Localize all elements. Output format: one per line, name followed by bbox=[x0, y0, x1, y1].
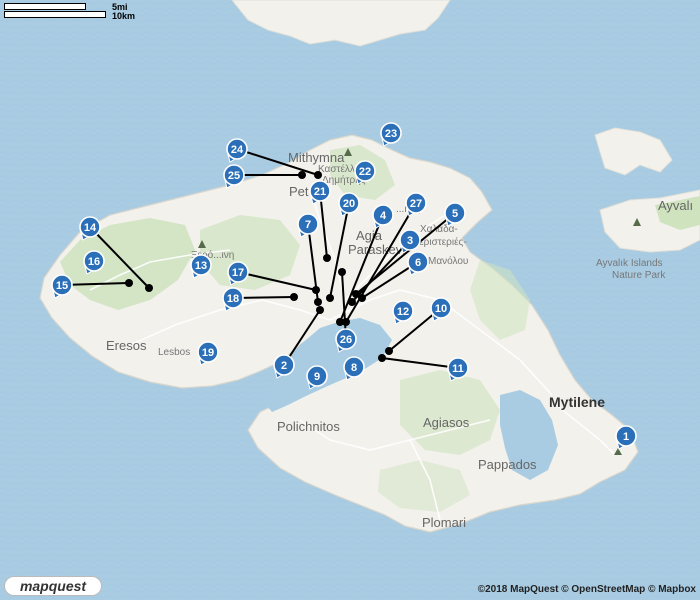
scale-bar-km bbox=[4, 11, 106, 18]
label-ayvalik: Ayvalı bbox=[658, 198, 693, 213]
connector-dot-11 bbox=[378, 354, 386, 362]
connector-dot-21 bbox=[323, 254, 331, 262]
marker-label-13: 13 bbox=[195, 260, 207, 272]
connector-dot-10 bbox=[385, 347, 393, 355]
marker-label-2: 2 bbox=[281, 360, 287, 372]
marker-label-5: 5 bbox=[452, 208, 458, 220]
label-chalkadas: Χαλάδα- bbox=[420, 223, 458, 235]
label-mithymna: Mithymna bbox=[288, 150, 345, 165]
mapquest-logo[interactable]: mapquest bbox=[4, 576, 102, 596]
label-polichnitos: Polichnitos bbox=[277, 419, 340, 434]
connector-dot-25 bbox=[298, 171, 306, 179]
marker-label-17: 17 bbox=[232, 267, 244, 279]
label-plomari: Plomari bbox=[422, 515, 466, 530]
scale-label-km: 10km bbox=[112, 11, 136, 21]
connector-dot-2 bbox=[316, 306, 324, 314]
label-pappados: Pappados bbox=[478, 457, 537, 472]
marker-label-1: 1 bbox=[623, 431, 629, 443]
label-agia-1: Agia bbox=[356, 228, 383, 243]
marker-label-12: 12 bbox=[397, 306, 409, 318]
marker-label-25: 25 bbox=[228, 170, 240, 182]
label-agiasos: Agiasos bbox=[423, 415, 470, 430]
label-kastelli: Καστέλλι bbox=[318, 163, 357, 175]
marker-label-19: 19 bbox=[202, 347, 214, 359]
connector-dot-14 bbox=[145, 284, 153, 292]
marker-label-10: 10 bbox=[435, 303, 447, 315]
marker-label-21: 21 bbox=[314, 186, 326, 198]
connector-dot-15 bbox=[125, 279, 133, 287]
label-manolou: Μανόλου bbox=[428, 255, 468, 267]
connector-dot-27 bbox=[342, 318, 350, 326]
connector-dot-26 bbox=[338, 268, 346, 276]
marker-label-11: 11 bbox=[452, 363, 464, 375]
marker-label-4: 4 bbox=[380, 210, 387, 222]
label-petra: Pet bbox=[289, 184, 309, 199]
marker-label-20: 20 bbox=[343, 198, 355, 210]
label-mytilene: Mytilene bbox=[549, 394, 605, 410]
marker-label-22: 22 bbox=[359, 166, 371, 178]
connector-dot-24 bbox=[314, 171, 322, 179]
marker-label-24: 24 bbox=[231, 144, 244, 156]
marker-label-14: 14 bbox=[84, 222, 97, 234]
marker-label-16: 16 bbox=[88, 256, 100, 268]
scale-bar: 5mi 10km bbox=[4, 3, 144, 21]
map-attribution: ©2018 MapQuest © OpenStreetMap © Mapbox bbox=[477, 584, 696, 595]
marker-label-18: 18 bbox=[227, 293, 239, 305]
connector-dot-20 bbox=[326, 294, 334, 302]
label-lesbos: Lesbos bbox=[158, 347, 190, 358]
label-ayvalik-islands-2: Nature Park bbox=[612, 270, 666, 281]
label-eresos: Eresos bbox=[106, 338, 147, 353]
map-canvas[interactable]: Mithymna Καστέλλι Δημήτρης Pet Agia Para… bbox=[0, 0, 700, 600]
connector-dot-17 bbox=[312, 286, 320, 294]
marker-label-3: 3 bbox=[407, 235, 413, 247]
scale-bar-miles bbox=[4, 3, 86, 10]
marker-label-27: 27 bbox=[410, 198, 422, 210]
marker-label-7: 7 bbox=[305, 219, 311, 231]
marker-label-8: 8 bbox=[351, 362, 357, 374]
marker-label-9: 9 bbox=[314, 371, 320, 383]
connector-dot-18 bbox=[290, 293, 298, 301]
marker-label-15: 15 bbox=[56, 280, 68, 292]
connector-dot-7 bbox=[314, 298, 322, 306]
marker-label-23: 23 bbox=[385, 128, 397, 140]
marker-label-6: 6 bbox=[415, 257, 421, 269]
marker-label-26: 26 bbox=[340, 334, 352, 346]
label-ayvalik-islands-1: Ayvalık Islands bbox=[596, 258, 663, 269]
